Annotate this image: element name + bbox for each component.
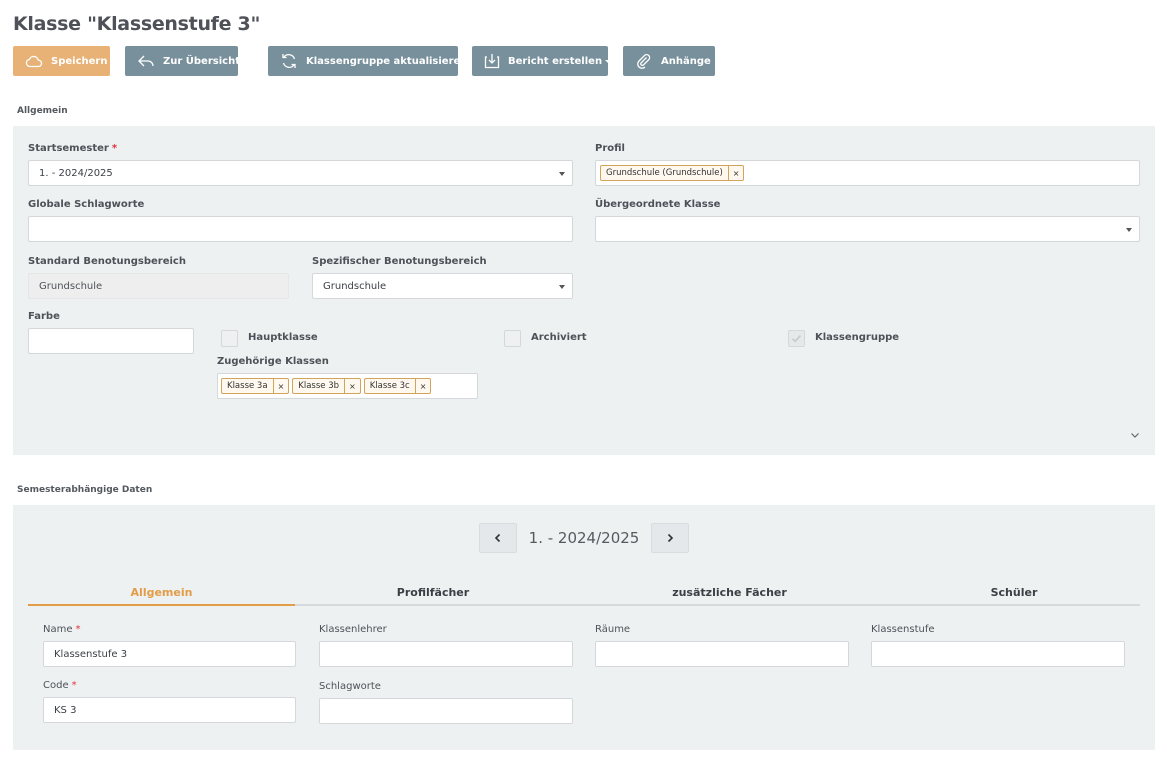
related-class-tag: Klasse 3a ×	[221, 378, 290, 394]
cloud-icon	[25, 52, 43, 70]
report-dropdown-button[interactable]: Bericht erstellen	[472, 46, 612, 76]
code-input[interactable]: KS 3	[43, 697, 296, 723]
class-group-checkbox[interactable]	[788, 330, 805, 347]
general-section-label: Allgemein	[17, 106, 68, 116]
global-keywords-label: Globale Schlagworte	[28, 199, 145, 210]
page-title: Klasse "Klassenstufe 3"	[13, 13, 261, 35]
chevron-down-icon	[605, 59, 612, 63]
caret-down-icon	[559, 172, 565, 176]
caret-down-icon	[559, 285, 565, 289]
specific-grading-select[interactable]: Grundschule	[312, 273, 573, 299]
start-semester-label: Startsemester *	[28, 143, 118, 154]
start-semester-value: 1. - 2024/2025	[39, 167, 113, 179]
related-classes-multiselect[interactable]: Klasse 3a × Klasse 3b × Klasse 3c ×	[217, 373, 478, 399]
remove-tag-icon[interactable]: ×	[414, 379, 431, 393]
refresh-icon	[280, 52, 298, 70]
related-class-tag: Klasse 3c ×	[363, 378, 432, 394]
color-label: Farbe	[28, 311, 60, 322]
rooms-input[interactable]	[595, 641, 849, 667]
rooms-label: Räume	[595, 624, 631, 635]
save-button[interactable]: Speichern	[13, 46, 110, 76]
tab-schueler[interactable]: Schüler	[888, 578, 1140, 606]
paperclip-icon	[635, 52, 653, 70]
attachments-button[interactable]: Anhänge	[623, 46, 715, 76]
reply-arrow-icon	[137, 52, 155, 70]
previous-semester-button[interactable]	[479, 523, 517, 553]
parent-class-label: Übergeordnete Klasse	[595, 199, 721, 210]
code-label: Code *	[43, 680, 77, 691]
tab-zusaetzliche-faecher[interactable]: zusätzliche Fächer	[571, 578, 888, 606]
name-label: Name *	[43, 624, 81, 635]
color-input[interactable]	[28, 328, 194, 354]
chevron-right-icon	[667, 533, 674, 543]
remove-tag-icon[interactable]: ×	[344, 379, 360, 393]
update-group-button[interactable]: Klassengruppe aktualisieren	[268, 46, 467, 76]
archived-checkbox[interactable]	[504, 330, 521, 347]
related-class-tag: Klasse 3b ×	[292, 378, 361, 394]
main-class-checkbox[interactable]	[221, 330, 238, 347]
main-class-label: Hauptklasse	[248, 332, 318, 343]
profile-tag: Grundschule (Grundschule) ×	[600, 165, 745, 181]
profile-multiselect[interactable]: Grundschule (Grundschule) ×	[595, 160, 1140, 186]
overview-button[interactable]: Zur Übersicht	[125, 46, 240, 76]
remove-tag-icon[interactable]: ×	[727, 166, 744, 180]
class-level-input[interactable]	[871, 641, 1125, 667]
name-input[interactable]: Klassenstufe 3	[43, 641, 296, 667]
related-classes-label: Zugehörige Klassen	[217, 356, 329, 367]
next-semester-button[interactable]	[651, 523, 689, 553]
semester-section-label: Semesterabhängige Daten	[17, 485, 153, 495]
parent-class-select[interactable]	[595, 216, 1140, 242]
caret-down-icon	[1126, 228, 1132, 232]
profile-label: Profil	[595, 143, 625, 154]
class-level-label: Klassenstufe	[871, 624, 935, 635]
collapse-chevron-icon[interactable]	[1129, 425, 1141, 444]
start-semester-select[interactable]: 1. - 2024/2025	[28, 160, 573, 186]
check-icon	[791, 335, 802, 343]
attachments-button-label: Anhänge	[661, 55, 711, 67]
active-tab-indicator	[28, 604, 295, 606]
tab-profilfaecher[interactable]: Profilfächer	[295, 578, 571, 606]
current-semester-label: 1. - 2024/2025	[528, 529, 640, 547]
standard-grading-label: Standard Benotungsbereich	[28, 256, 186, 267]
tab-allgemein[interactable]: Allgemein	[28, 578, 295, 606]
archived-label: Archiviert	[531, 332, 587, 343]
global-keywords-input[interactable]	[28, 216, 573, 242]
overview-button-label: Zur Übersicht	[163, 55, 240, 67]
specific-grading-label: Spezifischer Benotungsbereich	[312, 256, 487, 267]
chevron-left-icon	[494, 533, 501, 543]
keywords-label: Schlagworte	[319, 681, 381, 692]
standard-grading-field: Grundschule	[28, 273, 289, 299]
save-button-label: Speichern	[51, 55, 108, 67]
teacher-label: Klassenlehrer	[319, 624, 387, 635]
class-group-label: Klassengruppe	[815, 332, 900, 343]
report-button-label: Bericht erstellen	[508, 55, 603, 67]
download-icon	[484, 52, 500, 70]
keywords-input[interactable]	[319, 698, 573, 724]
update-group-button-label: Klassengruppe aktualisieren	[306, 55, 468, 67]
remove-tag-icon[interactable]: ×	[272, 379, 289, 393]
teacher-input[interactable]	[319, 641, 573, 667]
